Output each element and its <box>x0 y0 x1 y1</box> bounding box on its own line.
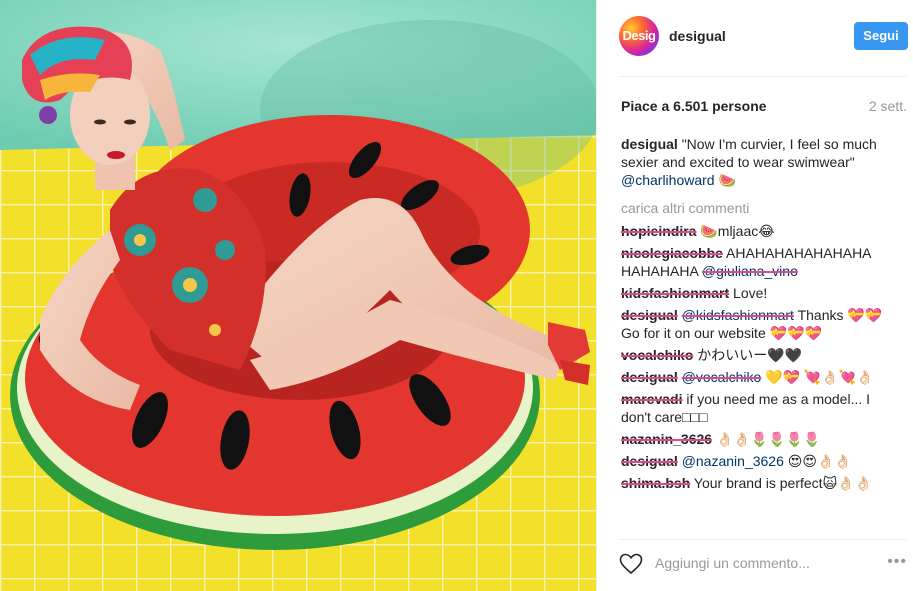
comment-username[interactable]: kidsfashionmart <box>621 285 729 301</box>
post-photo[interactable] <box>0 0 596 591</box>
comment-item: vocalchiko かわいいー🖤🖤 <box>621 346 893 364</box>
comment-item: shima.bsh Your brand is perfect🙀👌🏻👌🏻 <box>621 474 893 492</box>
comment-mention[interactable]: @kidsfashionmart <box>682 307 794 323</box>
comment-username[interactable]: marcvadi <box>621 391 682 407</box>
comment-username[interactable]: nicolegiacobbe <box>621 245 723 261</box>
comment-item: marcvadi if you need me as a model... I … <box>621 390 893 426</box>
comment-username[interactable]: hopieindira <box>621 223 696 239</box>
comment-item: nicolegiacobbe AHAHAHAHAHAHAHA HAHAHAHA … <box>621 244 893 280</box>
comment-username[interactable]: desigual <box>621 307 678 323</box>
caption-mention[interactable]: @charlihoward <box>621 172 715 188</box>
photo-illustration <box>0 0 596 591</box>
header-divider <box>619 76 907 77</box>
comment-item: desigual @vocalchiko 💛💝 💘👌🏻💘👌🏻 <box>621 368 893 386</box>
caption-emoji: 🍉 <box>718 172 736 188</box>
comment-item: desigual @kidsfashionmart Thanks 💝💝 Go f… <box>621 306 893 342</box>
avatar[interactable]: Desig <box>619 16 659 56</box>
comment-mention[interactable]: @giuliana_vino <box>702 263 798 279</box>
comment-mention[interactable]: @nazanin_3626 <box>682 453 784 469</box>
comment-username[interactable]: desigual <box>621 369 678 385</box>
comment-text: かわいいー🖤🖤 <box>697 347 803 363</box>
comments-list: hopieindira 🍉mljaac😂 nicolegiacobbe AHAH… <box>621 222 893 520</box>
load-more-comments[interactable]: carica altri commenti <box>621 200 749 216</box>
comment-username[interactable]: desigual <box>621 453 678 469</box>
comment-username[interactable]: vocalchiko <box>621 347 693 363</box>
comment-text: 👌🏻👌🏻🌷🌷🌷🌷 <box>715 431 821 447</box>
comment-username[interactable]: shima.bsh <box>621 475 690 491</box>
caption: desigual "Now I'm curvier, I feel so muc… <box>621 135 891 189</box>
comment-item: desigual @nazanin_3626 😍😍👌🏻👌🏻 <box>621 452 893 470</box>
likes-count[interactable]: Piace a 6.501 persone <box>621 98 767 114</box>
post-sidebar: Desig desigual Segui Piace a 6.501 perso… <box>596 0 913 591</box>
comment-text: Your brand is perfect🙀👌🏻👌🏻 <box>693 475 873 491</box>
username-link[interactable]: desigual <box>669 28 726 44</box>
add-comment-input[interactable]: Aggiungi un commento... <box>655 555 810 571</box>
caption-username[interactable]: desigual <box>621 136 678 152</box>
comment-username[interactable]: nazanin_3626 <box>621 431 712 447</box>
comment-mention[interactable]: @vocalchiko <box>682 369 762 385</box>
footer-divider <box>619 539 907 540</box>
comment-text: Love! <box>733 285 768 301</box>
post-time[interactable]: 2 sett. <box>869 98 907 114</box>
more-options-icon[interactable]: ••• <box>887 553 907 571</box>
comment-item: nazanin_3626 👌🏻👌🏻🌷🌷🌷🌷 <box>621 430 893 448</box>
avatar-label: Desig <box>622 28 656 43</box>
comment-item: hopieindira 🍉mljaac😂 <box>621 222 893 240</box>
heart-icon[interactable] <box>619 553 643 575</box>
post-header: Desig desigual Segui <box>597 0 913 76</box>
comment-item: kidsfashionmart Love! <box>621 284 893 302</box>
comment-text: 💛💝 💘👌🏻💘👌🏻 <box>765 369 874 385</box>
comment-text: 😍😍👌🏻👌🏻 <box>787 453 852 469</box>
comment-text: 🍉mljaac😂 <box>700 223 775 239</box>
follow-button[interactable]: Segui <box>854 22 908 50</box>
